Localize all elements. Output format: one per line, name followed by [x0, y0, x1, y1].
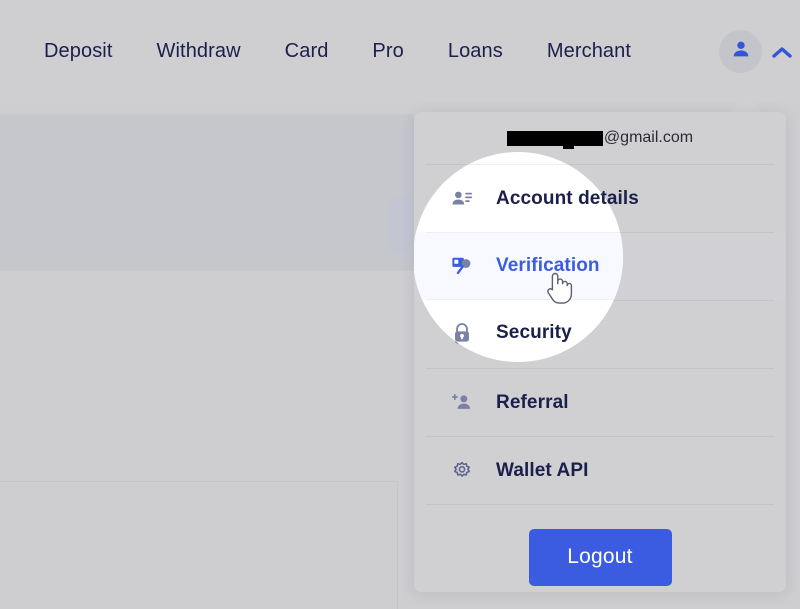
- menu-item-label: Wallet API: [496, 459, 589, 481]
- verification-id-icon: [450, 255, 474, 279]
- menu-item-verification[interactable]: Verification: [414, 233, 786, 300]
- nav-items: Deposit Withdraw Card Pro Loans Merchant: [22, 34, 653, 69]
- person-icon: [730, 38, 752, 65]
- chevron-up-icon[interactable]: [772, 42, 792, 62]
- menu-item-wallet-api[interactable]: Wallet API: [414, 437, 786, 504]
- nav-item-loans[interactable]: Loans: [426, 34, 525, 69]
- account-email: @gmail.com: [506, 129, 694, 149]
- logout-button[interactable]: Logout: [528, 528, 672, 586]
- nav-item-merchant[interactable]: Merchant: [525, 34, 653, 69]
- menu-item-label: Account details: [496, 187, 639, 209]
- logout-row: Logout: [414, 505, 786, 592]
- gear-icon: [450, 459, 474, 483]
- nav-item-card[interactable]: Card: [263, 34, 351, 69]
- person-add-icon: [450, 391, 474, 415]
- background-vertical-divider: [397, 481, 398, 609]
- top-navigation-bar: Deposit Withdraw Card Pro Loans Merchant: [0, 0, 800, 103]
- dropdown-email-row: @gmail.com: [414, 112, 786, 164]
- menu-item-label: Security: [496, 323, 572, 345]
- nav-item-pro[interactable]: Pro: [350, 34, 425, 69]
- avatar-button[interactable]: [719, 30, 762, 73]
- menu-item-security[interactable]: Security: [414, 301, 786, 368]
- account-details-icon: [450, 187, 474, 211]
- lock-icon: [450, 323, 474, 347]
- redaction-bar: [506, 130, 603, 149]
- email-domain: @gmail.com: [603, 129, 694, 146]
- nav-right-group: [719, 30, 792, 73]
- menu-item-label: Referral: [496, 391, 569, 413]
- background-content-band: [0, 114, 457, 271]
- nav-item-withdraw[interactable]: Withdraw: [135, 34, 263, 69]
- background-horizontal-divider: [0, 481, 397, 482]
- background-band-edge: [0, 270, 457, 271]
- menu-item-label: Verification: [496, 255, 600, 277]
- menu-item-account-details[interactable]: Account details: [414, 165, 786, 232]
- account-dropdown-menu: @gmail.com Account details Verification …: [414, 112, 786, 592]
- nav-item-deposit[interactable]: Deposit: [22, 34, 135, 69]
- menu-item-referral[interactable]: Referral: [414, 369, 786, 436]
